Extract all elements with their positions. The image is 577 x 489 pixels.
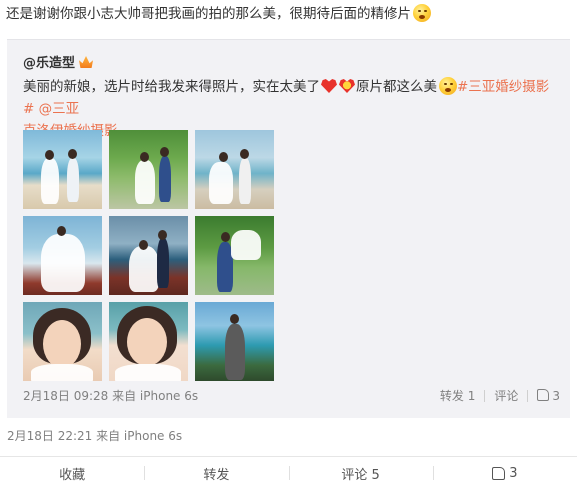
repost-body: 美丽的新娘，选片时给我发来得照片，实在太美了 原片都这么美 #三亚婚纱摄影# @三亚… — [23, 76, 558, 142]
post-timestamp[interactable]: 2月18日 22:21 来自 iPhone 6s — [7, 427, 182, 444]
repost-actions: 转发 1 评论 3 — [440, 387, 560, 404]
shy-face-icon — [413, 4, 431, 22]
reposted-weibo: @乐造型 美丽的新娘，选片时给我发来得照片，实在太美了 原片都这么美 #三亚婚纱摄影… — [7, 39, 570, 418]
like-count: 3 — [509, 465, 518, 481]
mention-link[interactable]: @三亚 — [39, 101, 80, 117]
repost-like-count: 3 — [552, 388, 560, 403]
balcony-couple-photo[interactable] — [109, 216, 188, 295]
forward-button[interactable]: 转发 — [144, 457, 288, 489]
post-text-content: 还是谢谢你跟小志大帅哥把我画的拍的那么美，很期待后面的精修片 — [6, 6, 411, 22]
repost-author-name[interactable]: @乐造型 — [23, 56, 75, 71]
repost-text-part2: 原片都这么美 — [356, 79, 437, 95]
heart-icon — [321, 79, 337, 93]
garden-couple-photo[interactable] — [109, 130, 188, 209]
bride-closeup-photo[interactable] — [23, 302, 102, 381]
comment-label: 评论 5 — [341, 467, 380, 483]
repost-text-part1: 美丽的新娘，选片时给我发来得照片，实在太美了 — [23, 79, 320, 95]
post-text: 还是谢谢你跟小志大帅哥把我画的拍的那么美，很期待后面的精修片 — [6, 4, 571, 24]
sea-couple-photo[interactable] — [195, 130, 274, 209]
repost-like-button[interactable]: 3 — [537, 388, 560, 403]
like-button[interactable]: 3 — [432, 457, 577, 489]
favorite-button[interactable]: 收藏 — [0, 457, 144, 489]
divider — [484, 389, 486, 402]
crown-icon — [79, 56, 94, 68]
balcony-bride-photo[interactable] — [23, 216, 102, 295]
divider — [527, 389, 529, 402]
forward-label: 转发 — [203, 467, 230, 483]
post-action-bar: 收藏 转发 评论 5 3 — [0, 456, 577, 489]
comment-button[interactable]: 评论 5 — [288, 457, 433, 489]
bride-smile-photo[interactable] — [109, 302, 188, 381]
thumbs-up-icon — [492, 466, 506, 480]
favorite-label: 收藏 — [59, 467, 86, 483]
groom-beach-photo[interactable] — [195, 302, 274, 381]
repost-author[interactable]: @乐造型 — [23, 52, 94, 71]
heart-face-icon — [339, 79, 355, 93]
repost-forward-button[interactable]: 转发 1 — [440, 387, 475, 404]
repost-timestamp[interactable]: 2月18日 09:28 来自 iPhone 6s — [23, 387, 198, 404]
repost-comment-button[interactable]: 评论 — [494, 387, 518, 404]
shy-face-icon — [439, 77, 457, 95]
thumbs-up-icon — [537, 388, 550, 401]
garden-lift-photo[interactable] — [195, 216, 274, 295]
beach-couple-photo[interactable] — [23, 130, 102, 209]
